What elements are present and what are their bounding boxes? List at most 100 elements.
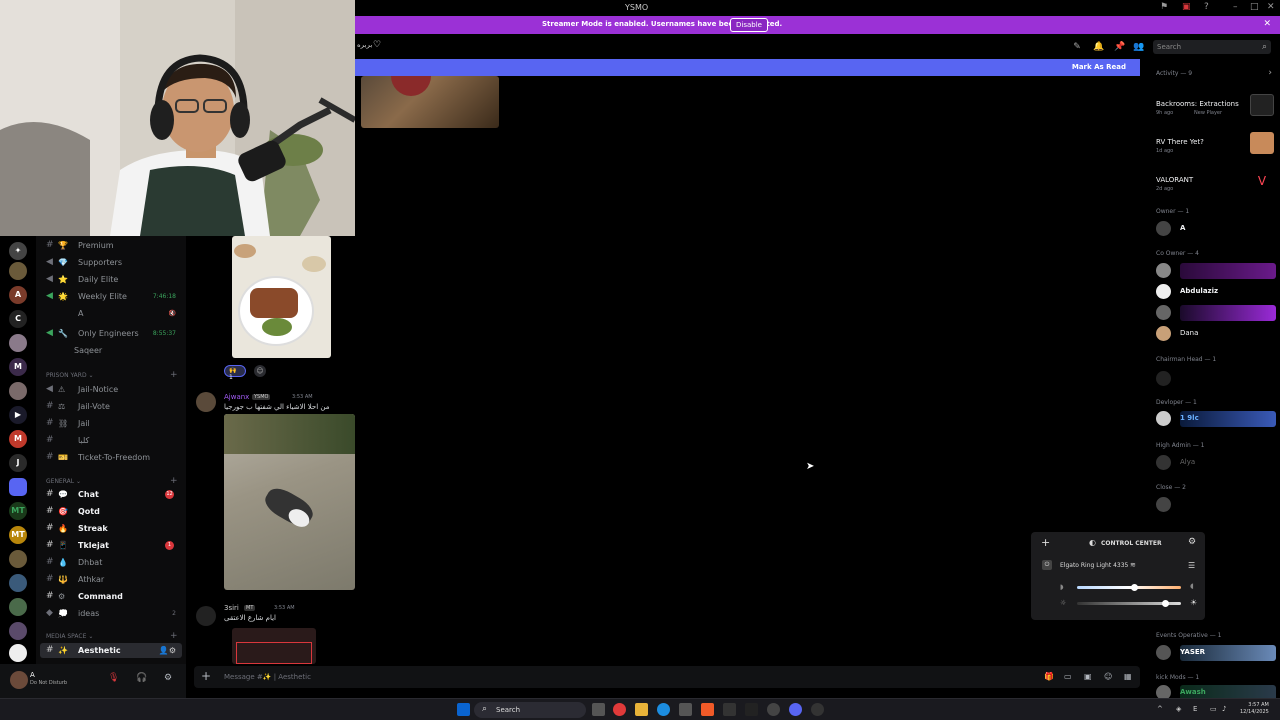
activity-card[interactable]: RV There Yet? 1d ago: [1154, 126, 1278, 160]
brave-icon[interactable]: [701, 703, 714, 716]
add-channel-icon[interactable]: +: [170, 370, 178, 380]
message-composer[interactable]: + Message #✨ | Aesthetic 🎁 ▭ ▣ ☺ ▦: [194, 666, 1140, 688]
server-icon[interactable]: C: [9, 310, 27, 328]
server-icon[interactable]: [9, 550, 27, 568]
pin-icon[interactable]: ⚑: [1160, 2, 1168, 12]
server-icon[interactable]: [9, 644, 27, 662]
channel-item[interactable]: ◀ ⭐ Daily Elite: [40, 272, 182, 287]
avatar[interactable]: [10, 671, 28, 689]
activity-card[interactable]: Backrooms: Extractions 9h ago New Player: [1154, 88, 1278, 122]
settings-icon[interactable]: ⚙: [1188, 537, 1196, 547]
activity-card[interactable]: VALORANT 2d ago V: [1154, 164, 1278, 198]
server-icon[interactable]: ✦: [9, 242, 27, 260]
temperature-slider[interactable]: [1077, 584, 1181, 591]
channel-item[interactable]: ◆ 💭 ideas 2: [40, 606, 182, 621]
mute-mic-icon[interactable]: 🎙: [108, 673, 119, 683]
new-messages-bar[interactable]: Mark As Read: [355, 59, 1140, 76]
settings-icon[interactable]: ⚙: [164, 673, 172, 683]
minimize-icon[interactable]: –: [1233, 2, 1238, 12]
app-icon[interactable]: [767, 703, 780, 716]
store-icon[interactable]: [679, 703, 692, 716]
deafen-icon[interactable]: 🎧: [136, 673, 147, 683]
taskbar-search[interactable]: ⌕ Search: [474, 702, 586, 718]
language-icon[interactable]: E: [1193, 705, 1197, 713]
help-icon[interactable]: ?: [1204, 2, 1209, 12]
message-image[interactable]: [232, 628, 316, 664]
sliders-icon[interactable]: ☰: [1188, 561, 1195, 570]
add-channel-icon[interactable]: +: [170, 631, 178, 641]
message-author[interactable]: Ajwanx: [224, 393, 249, 401]
server-icon[interactable]: [9, 334, 27, 352]
member-item[interactable]: [1156, 370, 1276, 388]
channel-item[interactable]: ◀ ⚠ Jail-Notice: [40, 382, 182, 397]
tray-chevron-icon[interactable]: ^: [1157, 705, 1163, 713]
member-item[interactable]: Dana: [1156, 325, 1276, 343]
start-icon[interactable]: [457, 703, 470, 716]
server-icon[interactable]: ▶: [9, 406, 27, 424]
chrome-icon[interactable]: [613, 703, 626, 716]
clock[interactable]: 3:57 AM 12/14/2025: [1240, 702, 1269, 716]
emoji-icon[interactable]: ☺: [1104, 672, 1112, 681]
avatar[interactable]: [196, 606, 216, 626]
add-icon[interactable]: +: [1041, 536, 1050, 549]
avatar[interactable]: [196, 392, 216, 412]
category-prison-yard[interactable]: PRISON YARD ⌄ +: [46, 370, 178, 380]
channel-item[interactable]: # 💬 Chat 12: [40, 487, 182, 502]
server-icon[interactable]: [9, 382, 27, 400]
task-view-icon[interactable]: [592, 703, 605, 716]
message-image[interactable]: [224, 414, 355, 590]
add-channel-icon[interactable]: +: [170, 476, 178, 486]
server-icon[interactable]: [9, 574, 27, 592]
member-item[interactable]: Abdulaziz: [1156, 283, 1276, 301]
member-item[interactable]: Alya: [1156, 454, 1276, 472]
banner-close-icon[interactable]: ✕: [1263, 19, 1271, 29]
pin-icon[interactable]: 📌: [1114, 42, 1125, 52]
close-icon[interactable]: ✕: [1267, 2, 1275, 12]
channel-item[interactable]: # 💧 Dhbat: [40, 555, 182, 570]
channel-item-selected[interactable]: # ✨ Aesthetic 👤⚙: [40, 643, 182, 658]
app-icon[interactable]: [745, 703, 758, 716]
message-author[interactable]: 3siri: [224, 604, 239, 612]
maximize-icon[interactable]: □: [1250, 2, 1259, 12]
threads-icon[interactable]: ✎: [1072, 42, 1082, 52]
discord-icon[interactable]: [789, 703, 802, 716]
reaction-pill[interactable]: 🙌 1: [224, 365, 246, 381]
apps-icon[interactable]: ▦: [1124, 672, 1132, 681]
server-icon[interactable]: M: [9, 358, 27, 376]
file-explorer-icon[interactable]: [635, 703, 648, 716]
brightness-knob[interactable]: [1161, 600, 1169, 607]
members-icon[interactable]: 👥: [1133, 42, 1144, 52]
channel-item[interactable]: # 🔱 Athkar: [40, 572, 182, 587]
member-item[interactable]: [1156, 262, 1276, 280]
invite-settings-icon[interactable]: 👤⚙: [159, 643, 176, 658]
voice-member[interactable]: Saqeer: [40, 343, 182, 358]
mark-as-read-button[interactable]: Mark As Read: [1072, 63, 1126, 71]
channel-item[interactable]: # 🎯 Qotd: [40, 504, 182, 519]
channel-item[interactable]: # ⚖ Jail-Vote: [40, 399, 182, 414]
attach-icon[interactable]: +: [201, 669, 211, 683]
server-icon[interactable]: A: [9, 286, 27, 304]
volume-icon[interactable]: ♪: [1222, 705, 1226, 713]
message-image[interactable]: [232, 236, 331, 358]
chevron-right-icon[interactable]: ›: [1268, 68, 1272, 78]
gif-icon[interactable]: ▭: [1064, 672, 1072, 681]
channel-item[interactable]: # كلبا: [40, 433, 182, 448]
message-input[interactable]: Message #✨ | Aesthetic: [224, 673, 311, 681]
channel-item[interactable]: # 📱 Tklejat 1: [40, 538, 182, 553]
channel-item[interactable]: # 🏆 Premium: [40, 238, 182, 253]
folder-icon[interactable]: [9, 478, 27, 496]
member-item[interactable]: [1156, 496, 1276, 514]
search-input[interactable]: Search ⌕: [1153, 40, 1271, 54]
server-icon[interactable]: MT: [9, 526, 27, 544]
category-media-space[interactable]: MEDIA SPACE ⌄ +: [46, 631, 178, 641]
sticker-icon[interactable]: ▣: [1084, 672, 1092, 681]
bell-icon[interactable]: 🔔: [1093, 42, 1104, 52]
channel-item[interactable]: # 🔥 Streak: [40, 521, 182, 536]
network-icon[interactable]: ▭: [1210, 705, 1217, 713]
brightness-slider[interactable]: [1077, 600, 1181, 607]
voice-member[interactable]: A 🔇: [40, 306, 182, 321]
server-icon[interactable]: MT: [9, 502, 27, 520]
server-icon[interactable]: M: [9, 430, 27, 448]
temperature-knob[interactable]: [1130, 584, 1138, 591]
member-item[interactable]: 1 9lc: [1156, 410, 1276, 428]
